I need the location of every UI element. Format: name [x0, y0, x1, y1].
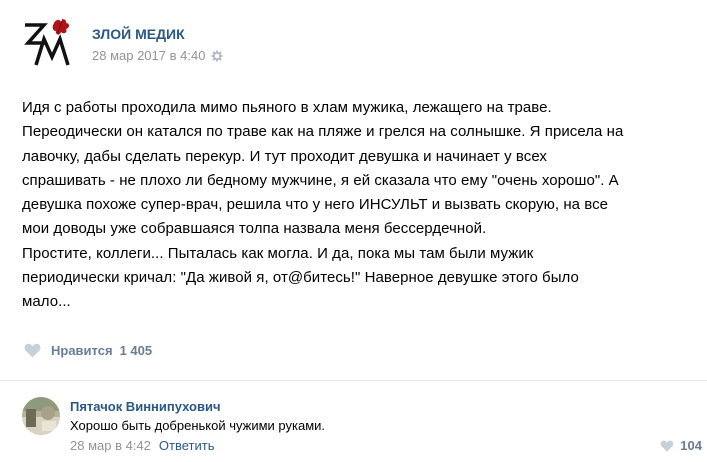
comment-date[interactable]: 28 мар в 4:42: [70, 438, 151, 453]
post-text-line: лавочку, дабы сделать перекур. И тут про…: [22, 147, 547, 165]
comment-like-count: 104: [680, 438, 702, 453]
post-text-line: Переодически он катался по траве как на …: [22, 123, 624, 141]
comment-text: Хорошо быть добренькой чужими руками.: [70, 418, 326, 433]
comment-meta: 28 мар в 4:42 Ответить: [70, 438, 214, 453]
like-button[interactable]: Нравится 1 405: [24, 343, 152, 358]
comment: Пятачок Виннипухович Хорошо быть добрень…: [22, 395, 702, 460]
post-author-name[interactable]: ЗЛОЙ МЕДИК: [92, 26, 185, 42]
like-label: Нравится: [51, 343, 113, 358]
post-meta: 28 мар 2017 в 4:40: [92, 48, 223, 63]
post-text-line: периодически кричал: "Да живой я, от@бит…: [22, 269, 579, 287]
post-text-line: мои доводы уже собравшаяся толпа назвала…: [22, 220, 487, 238]
post-text-line: Идя с работы проходила мимо пьяного в хл…: [22, 99, 552, 116]
heart-icon: [660, 440, 674, 452]
reply-button[interactable]: Ответить: [159, 438, 215, 453]
heart-icon: [24, 343, 41, 358]
comment-author-name[interactable]: Пятачок Виннипухович: [70, 399, 221, 414]
post-text-line: Простите, коллеги... Пыталась как могла.…: [22, 244, 534, 262]
comment-like-button[interactable]: 104: [660, 438, 702, 453]
post-date[interactable]: 28 мар 2017 в 4:40: [92, 48, 205, 63]
author-avatar[interactable]: [22, 17, 74, 69]
gear-icon[interactable]: [211, 50, 223, 62]
divider: [0, 380, 707, 381]
post-header: ЗЛОЙ МЕДИК 28 мар 2017 в 4:40: [22, 17, 682, 73]
post-text-line: мало...: [22, 293, 71, 311]
comment-avatar[interactable]: [22, 397, 60, 435]
post-text: Идя с работы проходила мимо пьяного в хл…: [22, 96, 682, 315]
zm-logo-icon: [24, 18, 70, 66]
like-count: 1 405: [119, 343, 153, 358]
post-text-line: спрашивать - не плохо ли бедному мужчине…: [22, 171, 619, 189]
post-text-line: девушка похоже супер-врач, решила что у …: [22, 196, 609, 214]
